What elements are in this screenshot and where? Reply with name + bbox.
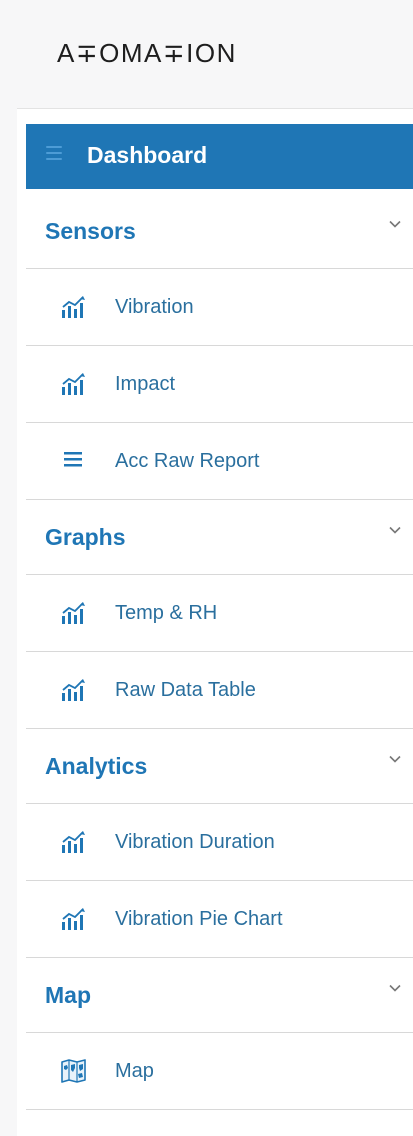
bar-chart-icon [62, 296, 85, 318]
section-label: Map [45, 982, 91, 1008]
section-header-map[interactable]: Map [26, 958, 413, 1033]
menu-lines-icon [46, 146, 62, 166]
bar-chart-icon [62, 908, 85, 930]
sidebar-item-label: Map [115, 1060, 154, 1082]
section-header-analytics[interactable]: Analytics [26, 729, 413, 804]
sidebar-item-label: Vibration Duration [115, 831, 275, 853]
sidebar-item-map[interactable]: Map [26, 1033, 413, 1110]
bar-chart-icon [62, 602, 85, 624]
chevron-down-icon [389, 526, 401, 534]
chevron-down-icon [389, 220, 401, 228]
sidebar-item-vibration[interactable]: Vibration [26, 269, 413, 346]
dashboard-label: Dashboard [87, 142, 208, 168]
section-label: Graphs [45, 524, 126, 550]
map-icon [61, 1059, 86, 1083]
list-icon [64, 452, 82, 467]
sidebar-item-label: Impact [115, 373, 176, 395]
chevron-down-icon [389, 984, 401, 992]
sidebar-page: A∓OMA∓ION Dashboard Sensors Vibration Im… [0, 0, 413, 1136]
sidebar-item-label: Raw Data Table [115, 679, 256, 701]
sidebar-item-raw-data-table[interactable]: Raw Data Table [26, 652, 413, 729]
sidebar-item-label: Temp & RH [115, 602, 218, 624]
sidebar-item-label: Vibration [115, 296, 194, 318]
sidebar-item-dashboard[interactable]: Dashboard [26, 124, 413, 189]
logo-bar: A∓OMA∓ION [17, 0, 413, 109]
brand-logo[interactable]: A∓OMA∓ION [57, 38, 237, 69]
sidebar-item-label: Acc Raw Report [115, 450, 260, 472]
sidebar-item-label: Vibration Pie Chart [115, 908, 283, 930]
section-label: Sensors [45, 218, 136, 244]
sidebar-item-temp-rh[interactable]: Temp & RH [26, 575, 413, 652]
sidebar-item-vibration-duration[interactable]: Vibration Duration [26, 804, 413, 881]
section-label: Analytics [45, 753, 148, 779]
sidebar-item-impact[interactable]: Impact [26, 346, 413, 423]
left-gutter [0, 0, 17, 1136]
bar-chart-icon [62, 679, 85, 701]
section-header-graphs[interactable]: Graphs [26, 500, 413, 575]
bar-chart-icon [62, 373, 85, 395]
sidebar-item-vibration-pie-chart[interactable]: Vibration Pie Chart [26, 881, 413, 958]
sidebar-item-acc-raw-report[interactable]: Acc Raw Report [26, 423, 413, 500]
section-header-sensors[interactable]: Sensors [26, 194, 413, 269]
chevron-down-icon [389, 755, 401, 763]
bar-chart-icon [62, 831, 85, 853]
